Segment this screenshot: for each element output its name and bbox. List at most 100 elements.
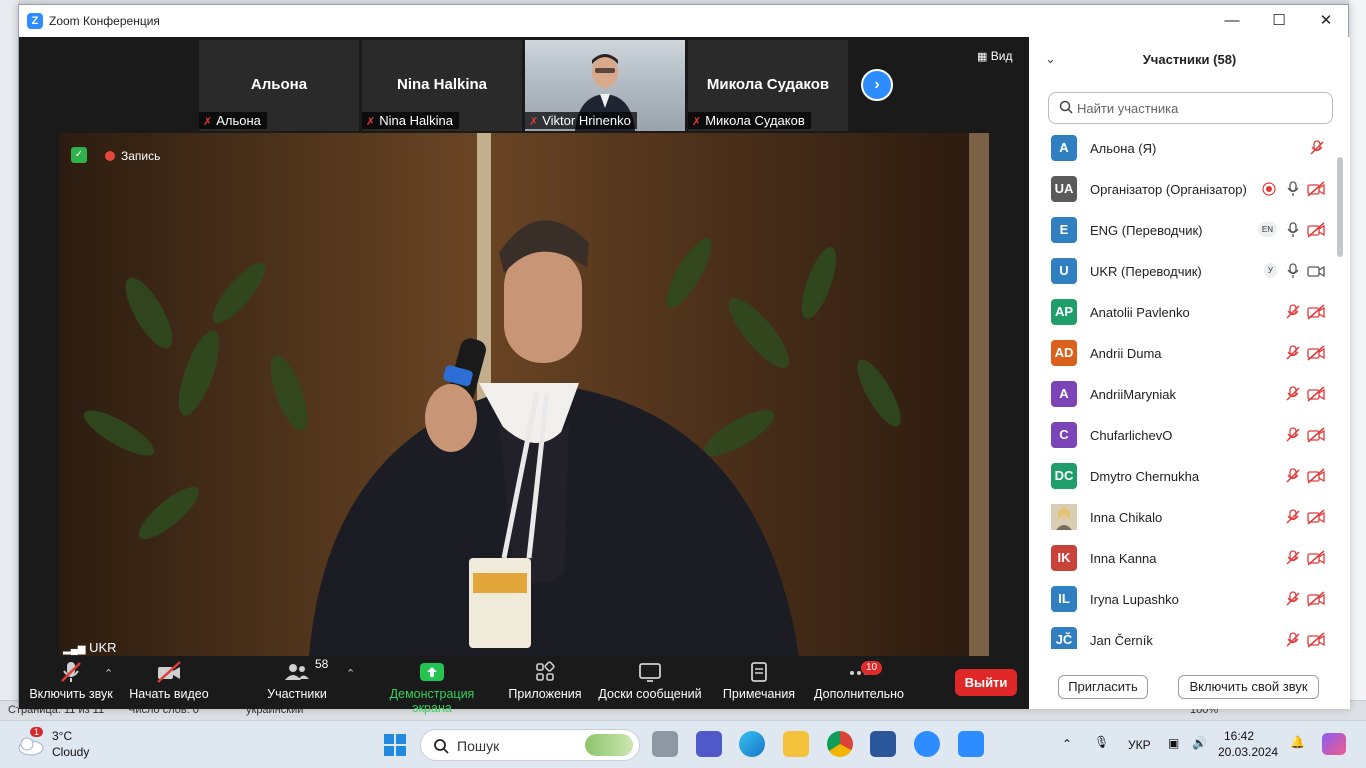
mic-muted-icon[interactable]: [1285, 509, 1301, 528]
participant-row[interactable]: AP Anatolii Pavlenko: [1029, 293, 1341, 334]
whiteboards-button[interactable]: Доски сообщений: [597, 661, 703, 701]
taskbar-search[interactable]: Пошук: [420, 729, 640, 761]
thumbnail-tile[interactable]: Альона ✗ Альона: [199, 40, 359, 131]
view-button[interactable]: ▦ Вид: [977, 49, 1012, 63]
mic-muted-icon[interactable]: [1285, 345, 1301, 364]
unmute-myself-button[interactable]: Включить свой звук: [1178, 675, 1319, 699]
participant-row[interactable]: E ENG (Переводчик) EN: [1029, 211, 1341, 252]
apps-button[interactable]: Приложения: [507, 661, 583, 701]
mic-muted-icon[interactable]: [1285, 632, 1301, 649]
recording-icon: [1261, 181, 1277, 200]
share-screen-button[interactable]: Демонстрация экрана: [369, 661, 495, 715]
video-off-icon[interactable]: [1307, 222, 1325, 241]
minimize-button[interactable]: —: [1209, 5, 1255, 37]
mic-muted-icon[interactable]: [1309, 140, 1325, 159]
maximize-button[interactable]: ☐: [1256, 5, 1302, 37]
thumbnail-tile-video[interactable]: ✗ Viktor Hrinenko: [525, 40, 685, 131]
word-icon[interactable]: [870, 731, 896, 757]
video-off-icon[interactable]: [1307, 427, 1325, 446]
participant-row[interactable]: IK Inna Kanna: [1029, 539, 1341, 580]
task-view-icon[interactable]: [652, 731, 678, 757]
video-off-icon[interactable]: [1307, 632, 1325, 649]
participant-row[interactable]: A AndriiMaryniak: [1029, 375, 1341, 416]
thumbnail-label: Nina Halkina: [379, 113, 453, 128]
video-off-icon[interactable]: [1307, 468, 1325, 487]
thumbnail-tile[interactable]: Микола Судаков ✗ Микола Судаков: [688, 40, 848, 131]
teams-icon[interactable]: [696, 731, 722, 757]
weather-badge: 1: [30, 727, 44, 737]
security-shield-icon: ✓: [71, 147, 87, 163]
thumbnail-name: Nina Halkina: [396, 76, 488, 93]
mic-icon[interactable]: [1285, 222, 1301, 241]
participant-search-input[interactable]: [1077, 99, 1317, 117]
participants-options-caret[interactable]: ⌃: [346, 667, 355, 680]
participant-row[interactable]: A Альона (Я): [1029, 129, 1341, 170]
mic-muted-icon[interactable]: [1285, 427, 1301, 446]
participant-row[interactable]: JČ Jan Černík: [1029, 621, 1341, 649]
close-button[interactable]: ✕: [1303, 5, 1349, 37]
meeting-toolbar: Включить звук ⌃ Начать видео Участники 5…: [19, 657, 1029, 715]
video-off-icon[interactable]: [1307, 550, 1325, 569]
network-icon[interactable]: ▣: [1168, 736, 1179, 750]
participant-row[interactable]: Inna Chikalo: [1029, 498, 1341, 539]
copilot-icon[interactable]: [1322, 733, 1346, 755]
video-icon[interactable]: [1307, 263, 1325, 282]
microphone-tray-icon[interactable]: 🎙: [1094, 735, 1109, 749]
mic-muted-icon[interactable]: [1285, 591, 1301, 610]
participant-row[interactable]: DC Dmytro Chernukha: [1029, 457, 1341, 498]
notifications-bell-icon[interactable]: 🔔: [1290, 735, 1305, 749]
avatar: AD: [1051, 340, 1077, 366]
speaker-video-image: [59, 133, 989, 656]
interpreter-language-badge: EN: [1257, 222, 1277, 237]
file-explorer-icon[interactable]: [783, 731, 809, 757]
mic-muted-icon[interactable]: [1285, 550, 1301, 569]
participant-name: Iryna Lupashko: [1090, 592, 1179, 607]
participants-button[interactable]: Участники 58: [259, 657, 335, 701]
mic-icon[interactable]: [1285, 181, 1301, 200]
input-language[interactable]: УКР: [1128, 738, 1151, 752]
video-off-icon[interactable]: [1307, 386, 1325, 405]
participant-row[interactable]: C ChufarlichevO: [1029, 416, 1341, 457]
participant-row[interactable]: UA Організатор (Організатор): [1029, 170, 1341, 211]
video-off-icon[interactable]: [1307, 591, 1325, 610]
participant-name: Dmytro Chernukha: [1090, 469, 1200, 484]
participant-name: Jan Černík: [1090, 633, 1153, 648]
more-button[interactable]: Дополнительно 10: [811, 661, 907, 701]
clock-time[interactable]: 16:42: [1224, 729, 1254, 743]
mic-icon[interactable]: [1285, 263, 1301, 282]
participant-row[interactable]: AD Andrii Duma: [1029, 334, 1341, 375]
mic-muted-icon[interactable]: [1285, 386, 1301, 405]
participants-scrollbar[interactable]: [1337, 127, 1343, 647]
tray-overflow-chevron-icon[interactable]: ⌃: [1062, 737, 1072, 751]
leave-button[interactable]: Выйти: [955, 669, 1017, 696]
participants-panel-header: ⌄ Участники (58): [1029, 37, 1350, 83]
thumbnail-tile[interactable]: Nina Halkina ✗ Nina Halkina: [362, 40, 522, 131]
video-off-icon[interactable]: [1307, 345, 1325, 364]
mic-muted-icon[interactable]: [1285, 304, 1301, 323]
unmute-button[interactable]: Включить звук: [29, 661, 113, 701]
notes-button[interactable]: Примечания: [719, 661, 799, 701]
start-video-button[interactable]: Начать видео: [127, 661, 211, 701]
participant-row[interactable]: IL Iryna Lupashko: [1029, 580, 1341, 621]
background-window-right-edge: [1348, 0, 1366, 720]
video-off-icon[interactable]: [1307, 181, 1325, 200]
edge-icon[interactable]: [739, 731, 765, 757]
thumbnail-name: Альона: [250, 76, 308, 93]
chrome-icon[interactable]: [827, 731, 853, 757]
avatar: IK: [1051, 545, 1077, 571]
start-button[interactable]: [383, 733, 407, 757]
participant-search-box[interactable]: [1048, 92, 1333, 124]
mic-muted-icon[interactable]: [1285, 468, 1301, 487]
participant-row[interactable]: U UKR (Переводчик) У: [1029, 252, 1341, 293]
zoom-meetings-icon[interactable]: [914, 731, 940, 757]
taskbar-search-placeholder: Пошук: [457, 738, 500, 754]
invite-button[interactable]: Пригласить: [1058, 675, 1148, 699]
notes-icon: [751, 662, 767, 682]
video-off-icon[interactable]: [1307, 509, 1325, 528]
clock-date[interactable]: 20.03.2024: [1218, 745, 1278, 759]
volume-icon[interactable]: 🔊: [1192, 736, 1207, 750]
zoom-active-app-icon[interactable]: [958, 731, 984, 757]
audio-options-caret[interactable]: ⌃: [104, 667, 113, 680]
video-off-icon[interactable]: [1307, 304, 1325, 323]
next-page-button[interactable]: ›: [861, 69, 893, 101]
